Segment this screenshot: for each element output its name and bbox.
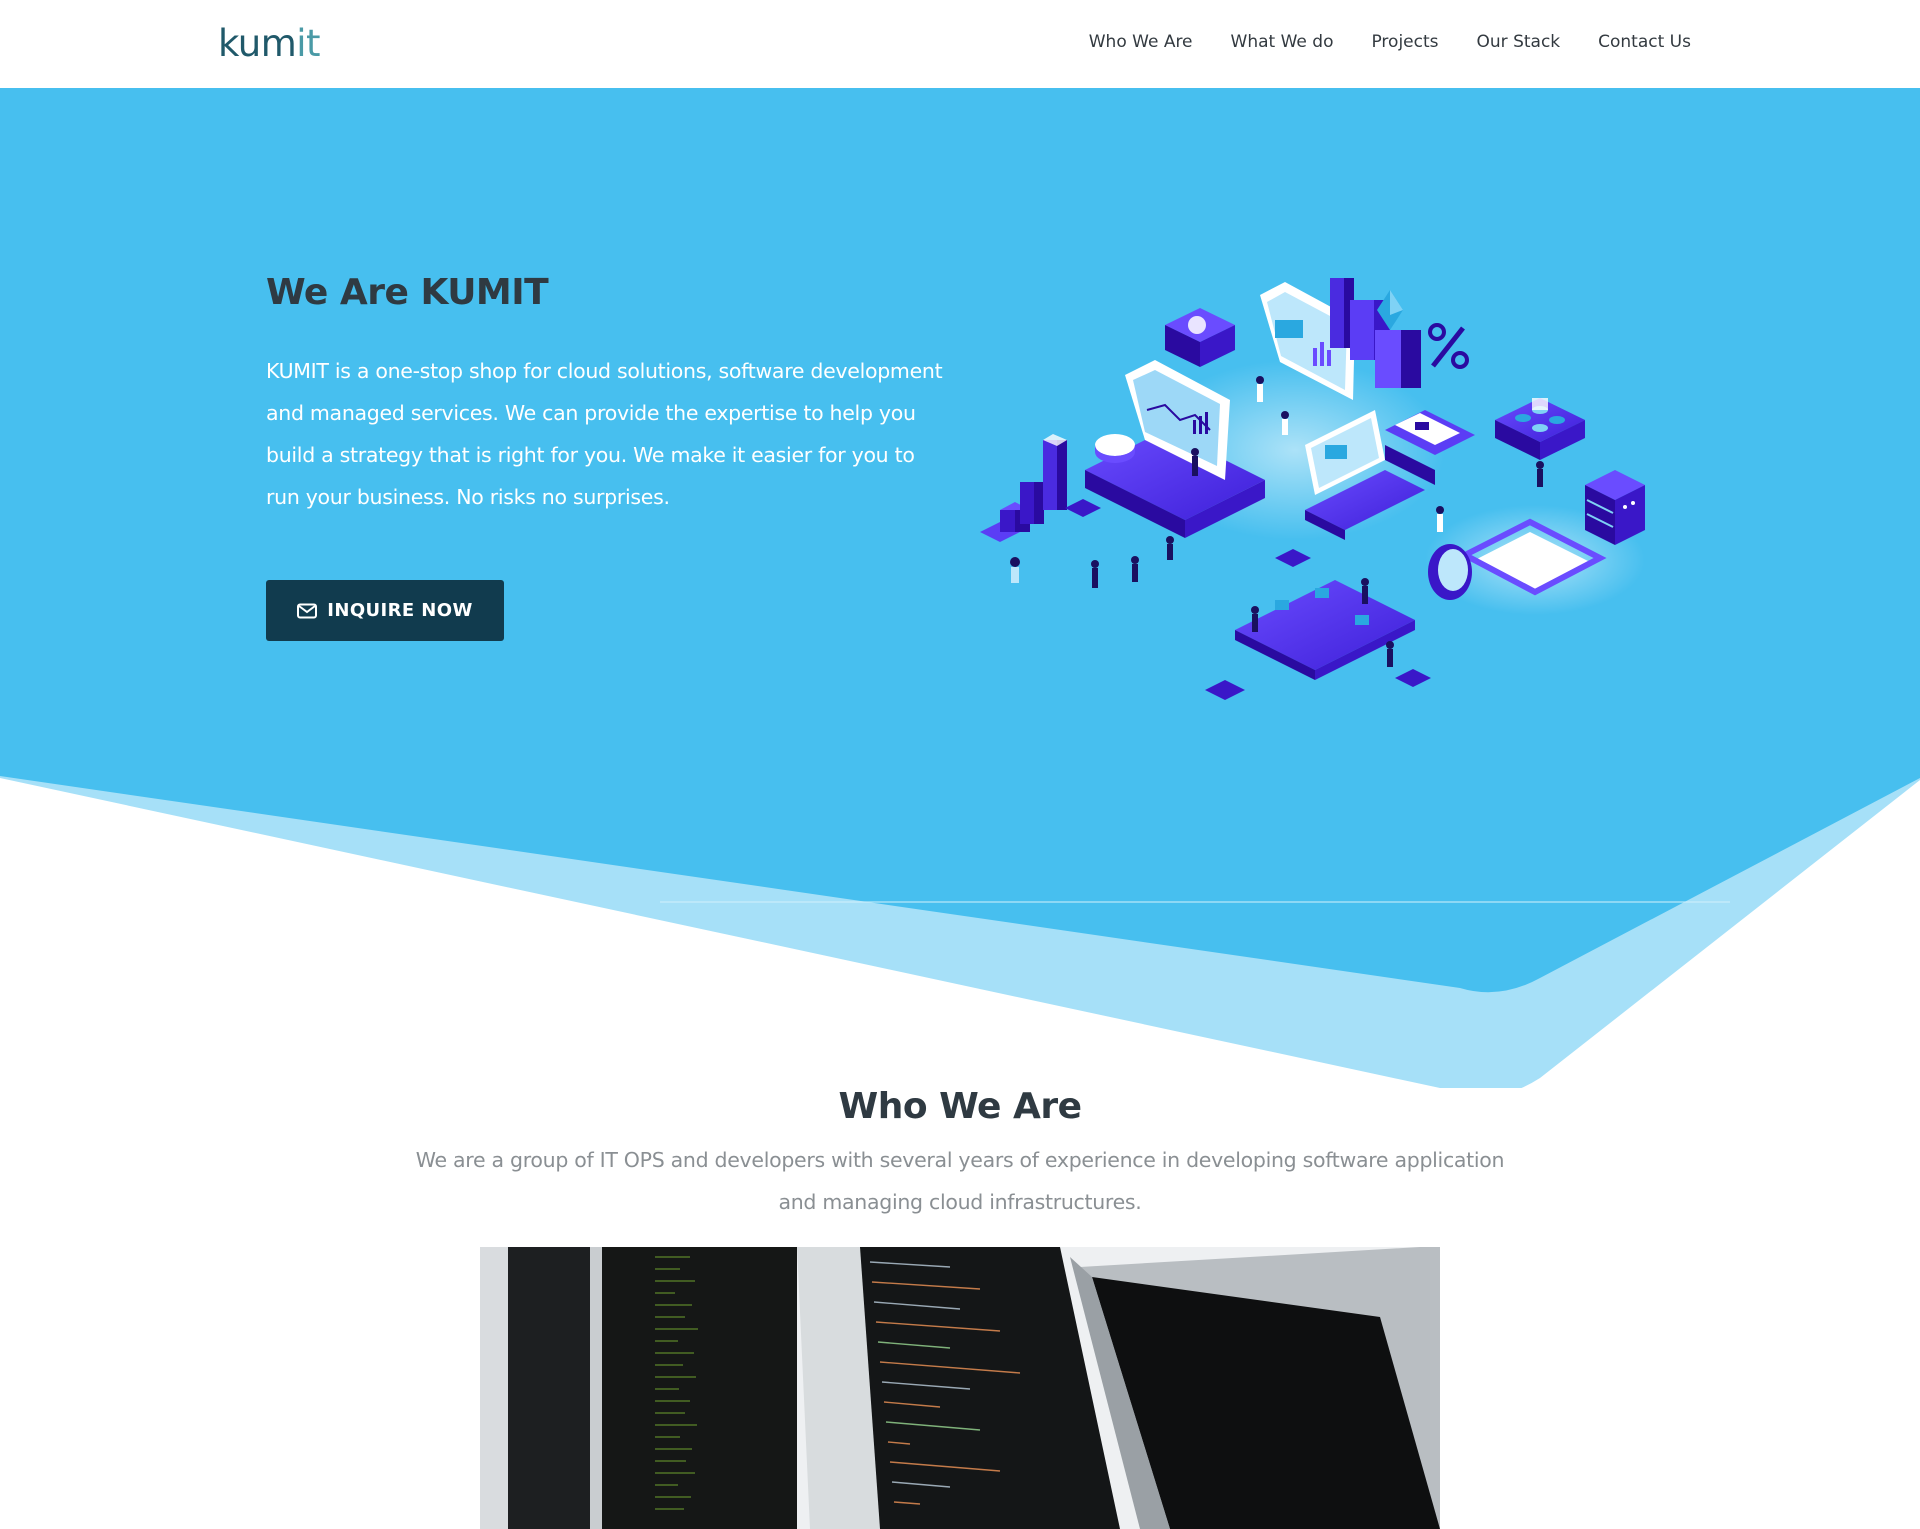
- logo-text-main: kum: [218, 22, 297, 65]
- tile-shape: [1065, 499, 1101, 517]
- percent-shape: [1428, 323, 1469, 369]
- envelope-icon: [297, 603, 318, 618]
- main-nav: Who We Are What We do Projects Our Stack…: [1089, 28, 1691, 56]
- isometric-tech-illustration: [980, 278, 1645, 700]
- tile-shape: [1205, 680, 1245, 700]
- server-stack-shape: [1585, 470, 1645, 545]
- kumit-logo[interactable]: kumit: [218, 20, 321, 68]
- nav-who-we-are[interactable]: Who We Are: [1089, 28, 1193, 56]
- site-header: kumit Who We Are What We do Projects Our…: [0, 0, 1920, 88]
- nav-what-we-do[interactable]: What We do: [1231, 28, 1334, 56]
- logo-text-accent: it: [296, 22, 321, 65]
- coins-platform: [1495, 398, 1585, 460]
- who-we-are-description: We are a group of IT OPS and developers …: [415, 1148, 1505, 1214]
- nav-projects[interactable]: Projects: [1371, 28, 1438, 56]
- tile-shape: [1395, 669, 1431, 687]
- safe-box-shape: [1165, 308, 1235, 367]
- bar-chart-shape: [980, 434, 1067, 542]
- inquire-now-button[interactable]: INQUIRE NOW: [266, 580, 504, 641]
- tile-shape: [1275, 549, 1311, 567]
- monitors-with-code-photo: [480, 1247, 1440, 1529]
- inquire-now-label: INQUIRE NOW: [327, 600, 473, 621]
- nav-our-stack[interactable]: Our Stack: [1477, 28, 1561, 56]
- hero-description: KUMIT is a one-stop shop for cloud solut…: [266, 359, 943, 509]
- section-title-who-we-are: Who We Are: [838, 1086, 1082, 1127]
- hero-title: We Are KUMIT: [266, 272, 549, 313]
- nav-contact-us[interactable]: Contact Us: [1598, 28, 1691, 56]
